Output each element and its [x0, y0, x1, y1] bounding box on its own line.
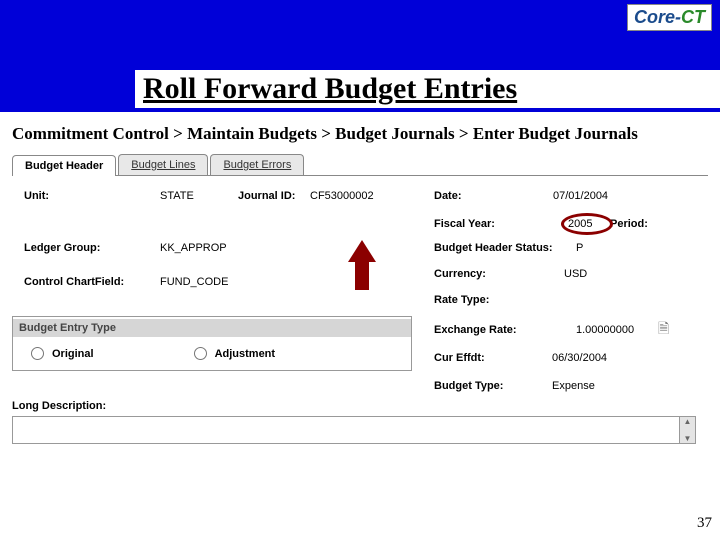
- document-icon[interactable]: 🗎: [658, 318, 669, 342]
- budget-entry-type-group: Budget Entry Type Original Adjustment: [12, 316, 412, 371]
- date-value: 07/01/2004: [553, 190, 608, 202]
- breadcrumb: Commitment Control > Maintain Budgets > …: [0, 112, 720, 154]
- period-label: Period:: [610, 218, 648, 230]
- currency-value: USD: [564, 268, 587, 280]
- header-status-label: Budget Header Status:: [434, 242, 553, 254]
- tab-budget-errors[interactable]: Budget Errors: [210, 154, 304, 175]
- unit-value: STATE: [160, 190, 194, 202]
- journal-id-value: CF53000002: [310, 190, 374, 202]
- long-description-label: Long Description:: [12, 400, 106, 412]
- ledger-group-label: Ledger Group:: [24, 242, 100, 254]
- page-number: 37: [697, 515, 712, 532]
- budget-type-value: Expense: [552, 380, 595, 392]
- control-cf-value: FUND_CODE: [160, 276, 228, 288]
- tab-budget-lines[interactable]: Budget Lines: [118, 154, 208, 175]
- highlight-circle-icon: [561, 213, 613, 235]
- logo-part2: CT: [681, 7, 705, 27]
- fiscal-year-label: Fiscal Year:: [434, 218, 495, 230]
- cur-effdt-value: 06/30/2004: [552, 352, 607, 364]
- form-area: Unit: STATE Journal ID: CF53000002 Date:…: [0, 176, 720, 196]
- arrow-up-icon: [348, 240, 376, 290]
- logo: Core-CT: [627, 4, 712, 31]
- control-cf-label: Control ChartField:: [24, 276, 124, 288]
- radio-adjustment-input[interactable]: [194, 347, 207, 360]
- header-bar: Core-CT Roll Forward Budget Entries: [0, 0, 720, 112]
- exchange-rate-label: Exchange Rate:: [434, 324, 517, 336]
- header-status-value: P: [576, 242, 583, 254]
- radio-original-input[interactable]: [31, 347, 44, 360]
- date-label: Date:: [434, 190, 462, 202]
- unit-label: Unit:: [24, 190, 49, 202]
- exchange-rate-value: 1.00000000: [576, 324, 634, 336]
- tab-budget-header[interactable]: Budget Header: [12, 155, 116, 176]
- radio-adjustment-label: Adjustment: [215, 348, 276, 360]
- rate-type-label: Rate Type:: [434, 294, 489, 306]
- cur-effdt-label: Cur Effdt:: [434, 352, 485, 364]
- long-description-field[interactable]: ▲▼: [12, 416, 696, 444]
- radio-original-label: Original: [52, 348, 94, 360]
- logo-part1: Core-: [634, 7, 681, 27]
- group-title: Budget Entry Type: [13, 319, 411, 337]
- page-title: Roll Forward Budget Entries: [135, 70, 720, 108]
- journal-id-label: Journal ID:: [238, 190, 295, 202]
- budget-type-label: Budget Type:: [434, 380, 503, 392]
- radio-original[interactable]: Original: [31, 347, 94, 360]
- ledger-group-value: KK_APPROP: [160, 242, 227, 254]
- currency-label: Currency:: [434, 268, 486, 280]
- tab-bar: Budget Header Budget Lines Budget Errors: [12, 154, 708, 176]
- radio-adjustment[interactable]: Adjustment: [194, 347, 276, 360]
- scrollbar[interactable]: ▲▼: [679, 417, 695, 443]
